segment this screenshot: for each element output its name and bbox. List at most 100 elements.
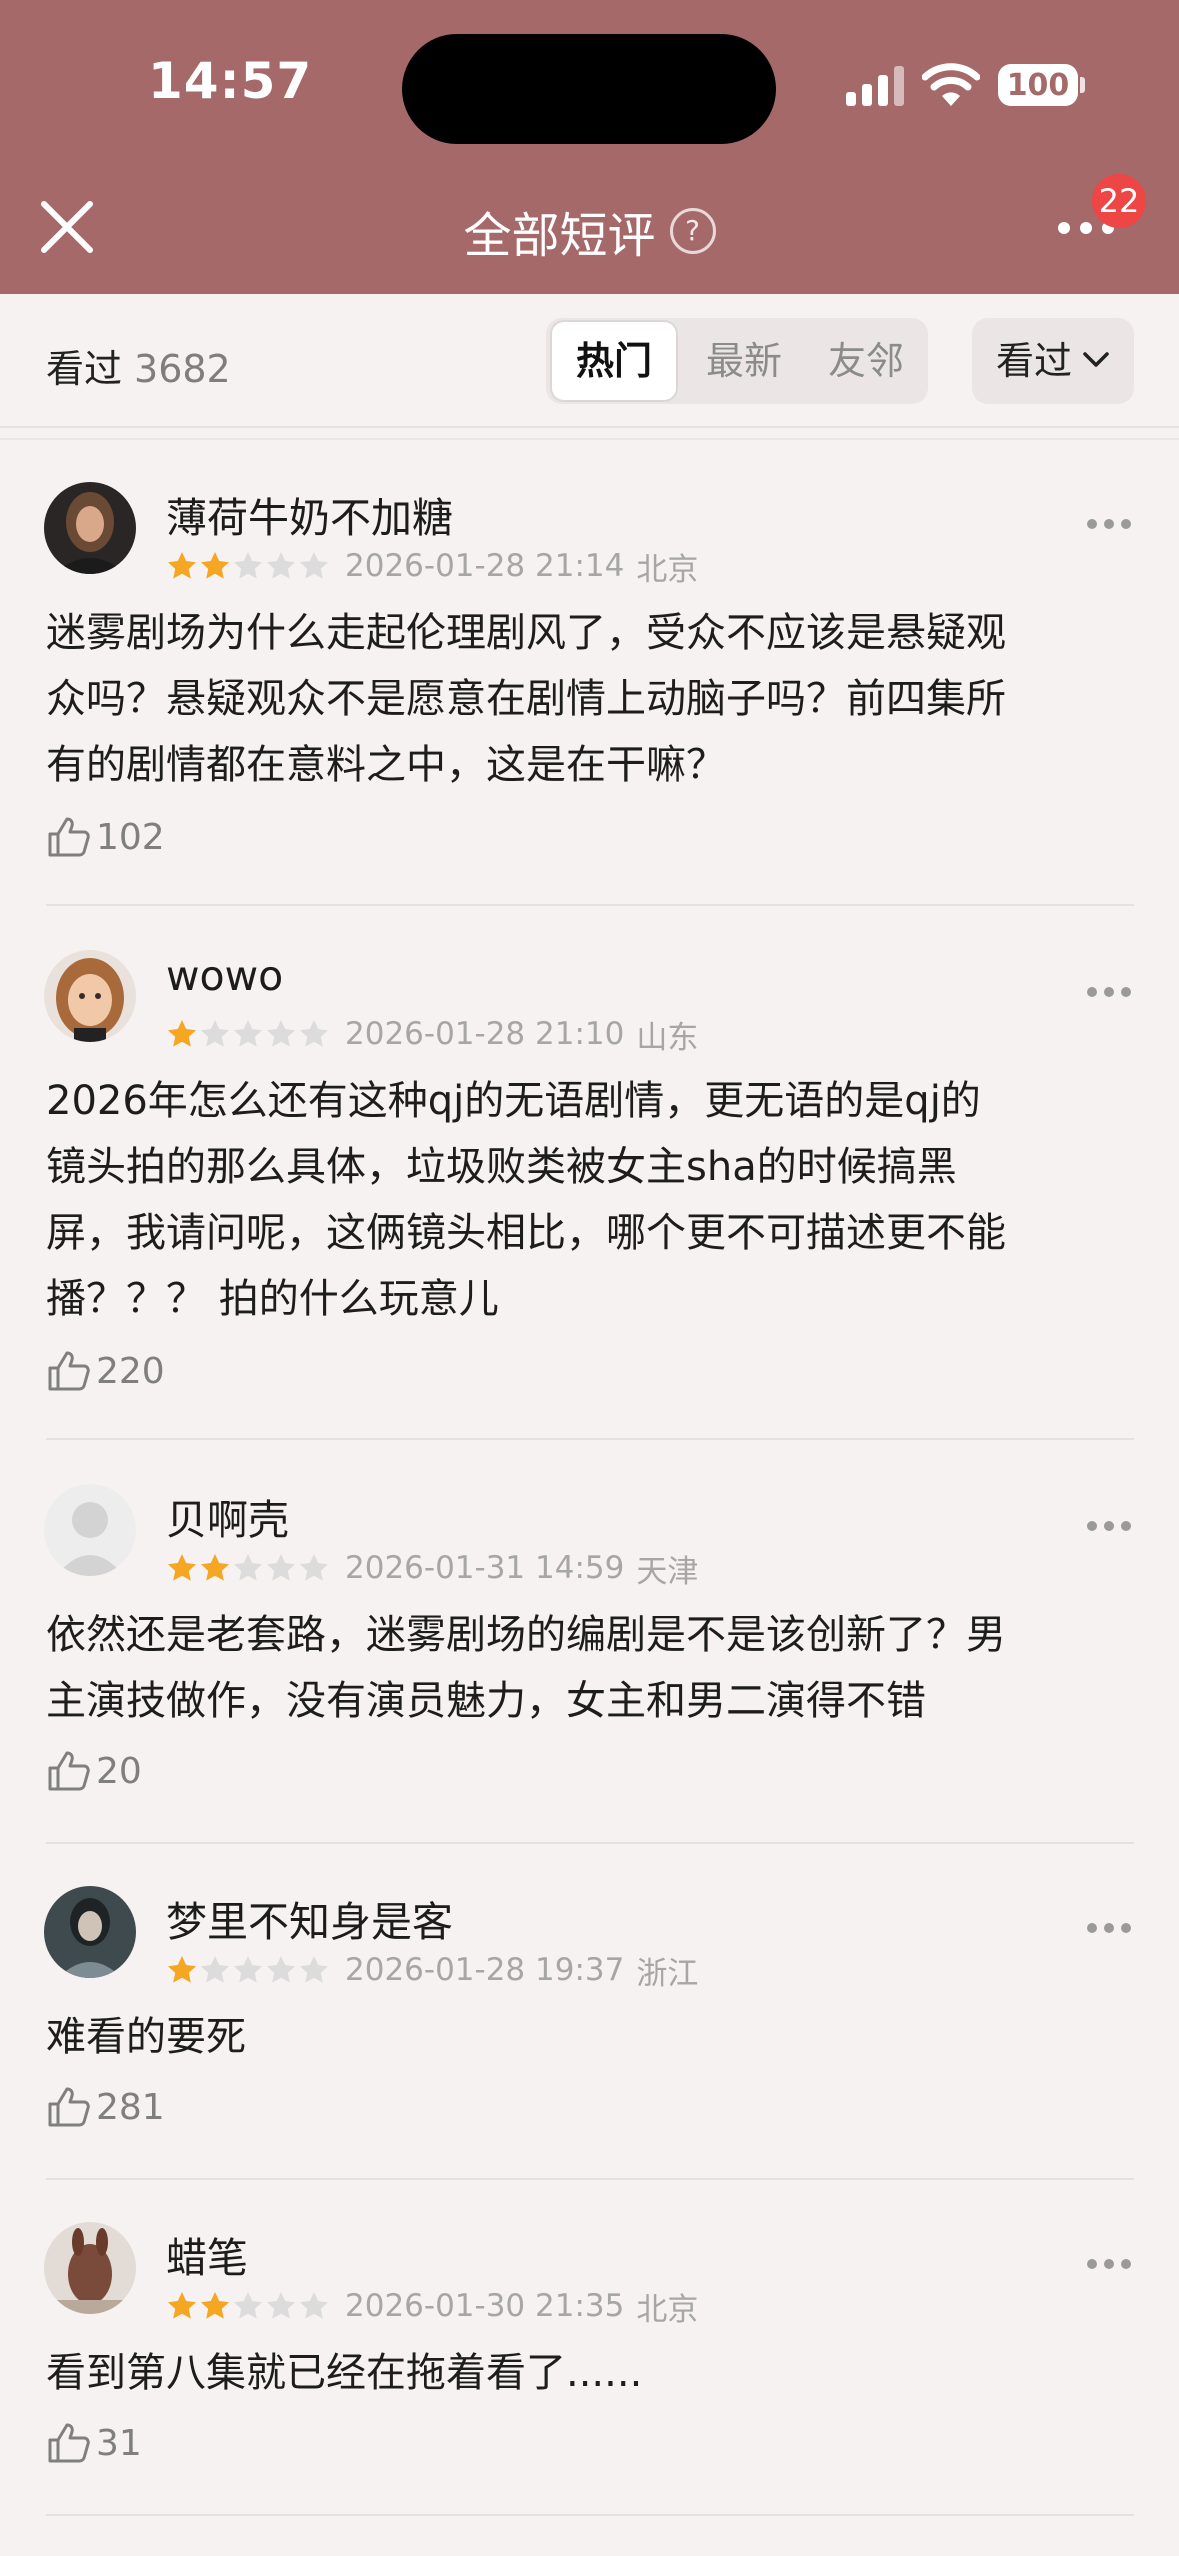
star-empty-icon	[300, 2292, 328, 2319]
divider	[46, 1438, 1134, 1440]
star-empty-icon	[234, 1956, 262, 1983]
review-line: 依然还是老套路，迷雾剧场的编剧是不是该创新了？男	[46, 1612, 1006, 1658]
like-count: 102	[96, 816, 165, 858]
review-location: 山东	[636, 1019, 699, 1056]
star-empty-icon	[234, 2292, 262, 2319]
review-location: 天津	[636, 1553, 699, 1590]
rating-stars	[166, 1018, 331, 1050]
like-button[interactable]: 20	[46, 1748, 142, 1794]
top-header: 14:57 100 全部短评? 22	[0, 0, 1179, 294]
rating-stars	[166, 550, 331, 582]
star-empty-icon	[300, 1956, 328, 1983]
like-count: 31	[96, 2422, 142, 2464]
battery-tip	[1080, 77, 1085, 93]
review-line: 主演技做作，没有演员魅力，女主和男二演得不错	[46, 1678, 926, 1724]
star-empty-icon	[201, 1020, 229, 1047]
review-more-icon[interactable]	[1086, 1920, 1132, 1936]
star-filled-icon	[168, 1020, 196, 1047]
review-content: 看到第八集就已经在拖着看了......	[46, 2340, 1136, 2406]
review-line: 难看的要死	[46, 2014, 246, 2060]
tab-hot[interactable]: 热门	[550, 320, 678, 402]
divider	[46, 1842, 1134, 1844]
star-filled-icon	[168, 1956, 196, 1983]
review-line: 众吗？悬疑观众不是愿意在剧情上动脑子吗？前四集所	[46, 676, 1006, 722]
tab-friends[interactable]: 友邻	[808, 322, 924, 400]
review-content: 依然还是老套路，迷雾剧场的编剧是不是该创新了？男 主演技做作，没有演员魅力，女主…	[46, 1602, 1136, 1734]
top-divider	[0, 438, 1179, 440]
avatar[interactable]	[44, 482, 136, 574]
review-time: 2026-01-28 21:14	[345, 548, 625, 584]
review-content: 迷雾剧场为什么走起伦理剧风了，受众不应该是悬疑观 众吗？悬疑观众不是愿意在剧情上…	[46, 600, 1136, 798]
review-username[interactable]: 蜡笔	[166, 2224, 248, 2284]
avatar[interactable]	[44, 1484, 136, 1576]
review-time: 2026-01-30 21:35	[345, 2288, 625, 2324]
review-meta: 2026-01-30 21:35 北京	[166, 2286, 698, 2328]
review-more-icon[interactable]	[1086, 1518, 1132, 1534]
review-username[interactable]: 薄荷牛奶不加糖	[166, 484, 453, 544]
star-empty-icon	[267, 552, 295, 579]
like-count: 20	[96, 1750, 142, 1792]
star-empty-icon	[267, 1020, 295, 1047]
seen-label-text: 看过	[46, 347, 123, 391]
seen-count-label: 看过 3682	[46, 338, 231, 393]
rating-stars	[166, 1552, 331, 1584]
review-line: 播？？？ 拍的什么玩意儿	[46, 1276, 499, 1322]
divider	[46, 2178, 1134, 2180]
review-time: 2026-01-28 21:10	[345, 1016, 625, 1052]
review-time: 2026-01-31 14:59	[345, 1550, 625, 1586]
rating-stars	[166, 1954, 331, 1986]
review-line: 看到第八集就已经在拖着看了......	[46, 2350, 643, 2396]
like-button[interactable]: 102	[46, 814, 165, 860]
star-filled-icon	[201, 2292, 229, 2319]
avatar[interactable]	[44, 2222, 136, 2314]
chevron-down-icon	[1083, 352, 1109, 367]
review-meta: 2026-01-28 21:14 北京	[166, 546, 699, 588]
review-line: 屏，我请问呢，这俩镜头相比，哪个更不可描述更不能	[46, 1210, 1006, 1256]
star-empty-icon	[267, 2292, 295, 2319]
status-time: 14:57	[148, 52, 313, 110]
star-empty-icon	[300, 1020, 328, 1047]
review-username[interactable]: wowo	[166, 952, 283, 1000]
thumbs-up-icon	[48, 817, 90, 857]
like-button[interactable]: 31	[46, 2420, 142, 2466]
dynamic-island	[402, 34, 776, 144]
thumbs-up-icon	[48, 2423, 90, 2463]
like-count: 281	[96, 2086, 165, 2128]
thumbs-up-icon	[48, 1351, 90, 1391]
star-empty-icon	[201, 1956, 229, 1983]
review-content: 2026年怎么还有这种qj的无语剧情，更无语的是qj的 镜头拍的那么具体，垃圾败…	[46, 1068, 1136, 1332]
page-title: 全部短评?	[0, 196, 1179, 266]
page-title-text: 全部短评	[463, 208, 656, 264]
cellular-signal-icon	[846, 66, 904, 106]
avatar[interactable]	[44, 950, 136, 1042]
star-filled-icon	[201, 1554, 229, 1581]
tab-latest[interactable]: 最新	[684, 322, 804, 400]
star-empty-icon	[234, 1020, 262, 1047]
avatar[interactable]	[44, 1886, 136, 1978]
review-line: 2026年怎么还有这种qj的无语剧情，更无语的是qj的	[46, 1078, 981, 1124]
review-username[interactable]: 梦里不知身是客	[166, 1888, 453, 1948]
rating-stars	[166, 2290, 331, 2322]
review-line: 镜头拍的那么具体，垃圾败类被女主sha的时候搞黑	[46, 1144, 957, 1190]
star-filled-icon	[201, 552, 229, 579]
review-more-icon[interactable]	[1086, 516, 1132, 532]
review-line: 迷雾剧场为什么走起伦理剧风了，受众不应该是悬疑观	[46, 610, 1006, 656]
help-icon[interactable]: ?	[669, 208, 716, 254]
review-more-icon[interactable]	[1086, 984, 1132, 1000]
thumbs-up-icon	[48, 2087, 90, 2127]
review-username[interactable]: 贝啊壳	[166, 1486, 289, 1546]
star-empty-icon	[300, 1554, 328, 1581]
seen-filter-label: 看过	[996, 339, 1073, 383]
seen-count: 3682	[134, 347, 231, 391]
star-empty-icon	[267, 1554, 295, 1581]
review-location: 北京	[636, 551, 699, 588]
like-button[interactable]: 281	[46, 2084, 165, 2130]
divider	[46, 2514, 1134, 2516]
review-line: 有的剧情都在意料之中，这是在干嘛？	[46, 742, 726, 788]
seen-filter-dropdown[interactable]: 看过	[972, 318, 1134, 404]
filter-bar: 看过 3682 热门 最新 友邻 看过	[0, 294, 1179, 428]
review-meta: 2026-01-31 14:59 天津	[166, 1548, 699, 1590]
star-filled-icon	[168, 2292, 196, 2319]
review-more-icon[interactable]	[1086, 2256, 1132, 2272]
like-button[interactable]: 220	[46, 1348, 165, 1394]
